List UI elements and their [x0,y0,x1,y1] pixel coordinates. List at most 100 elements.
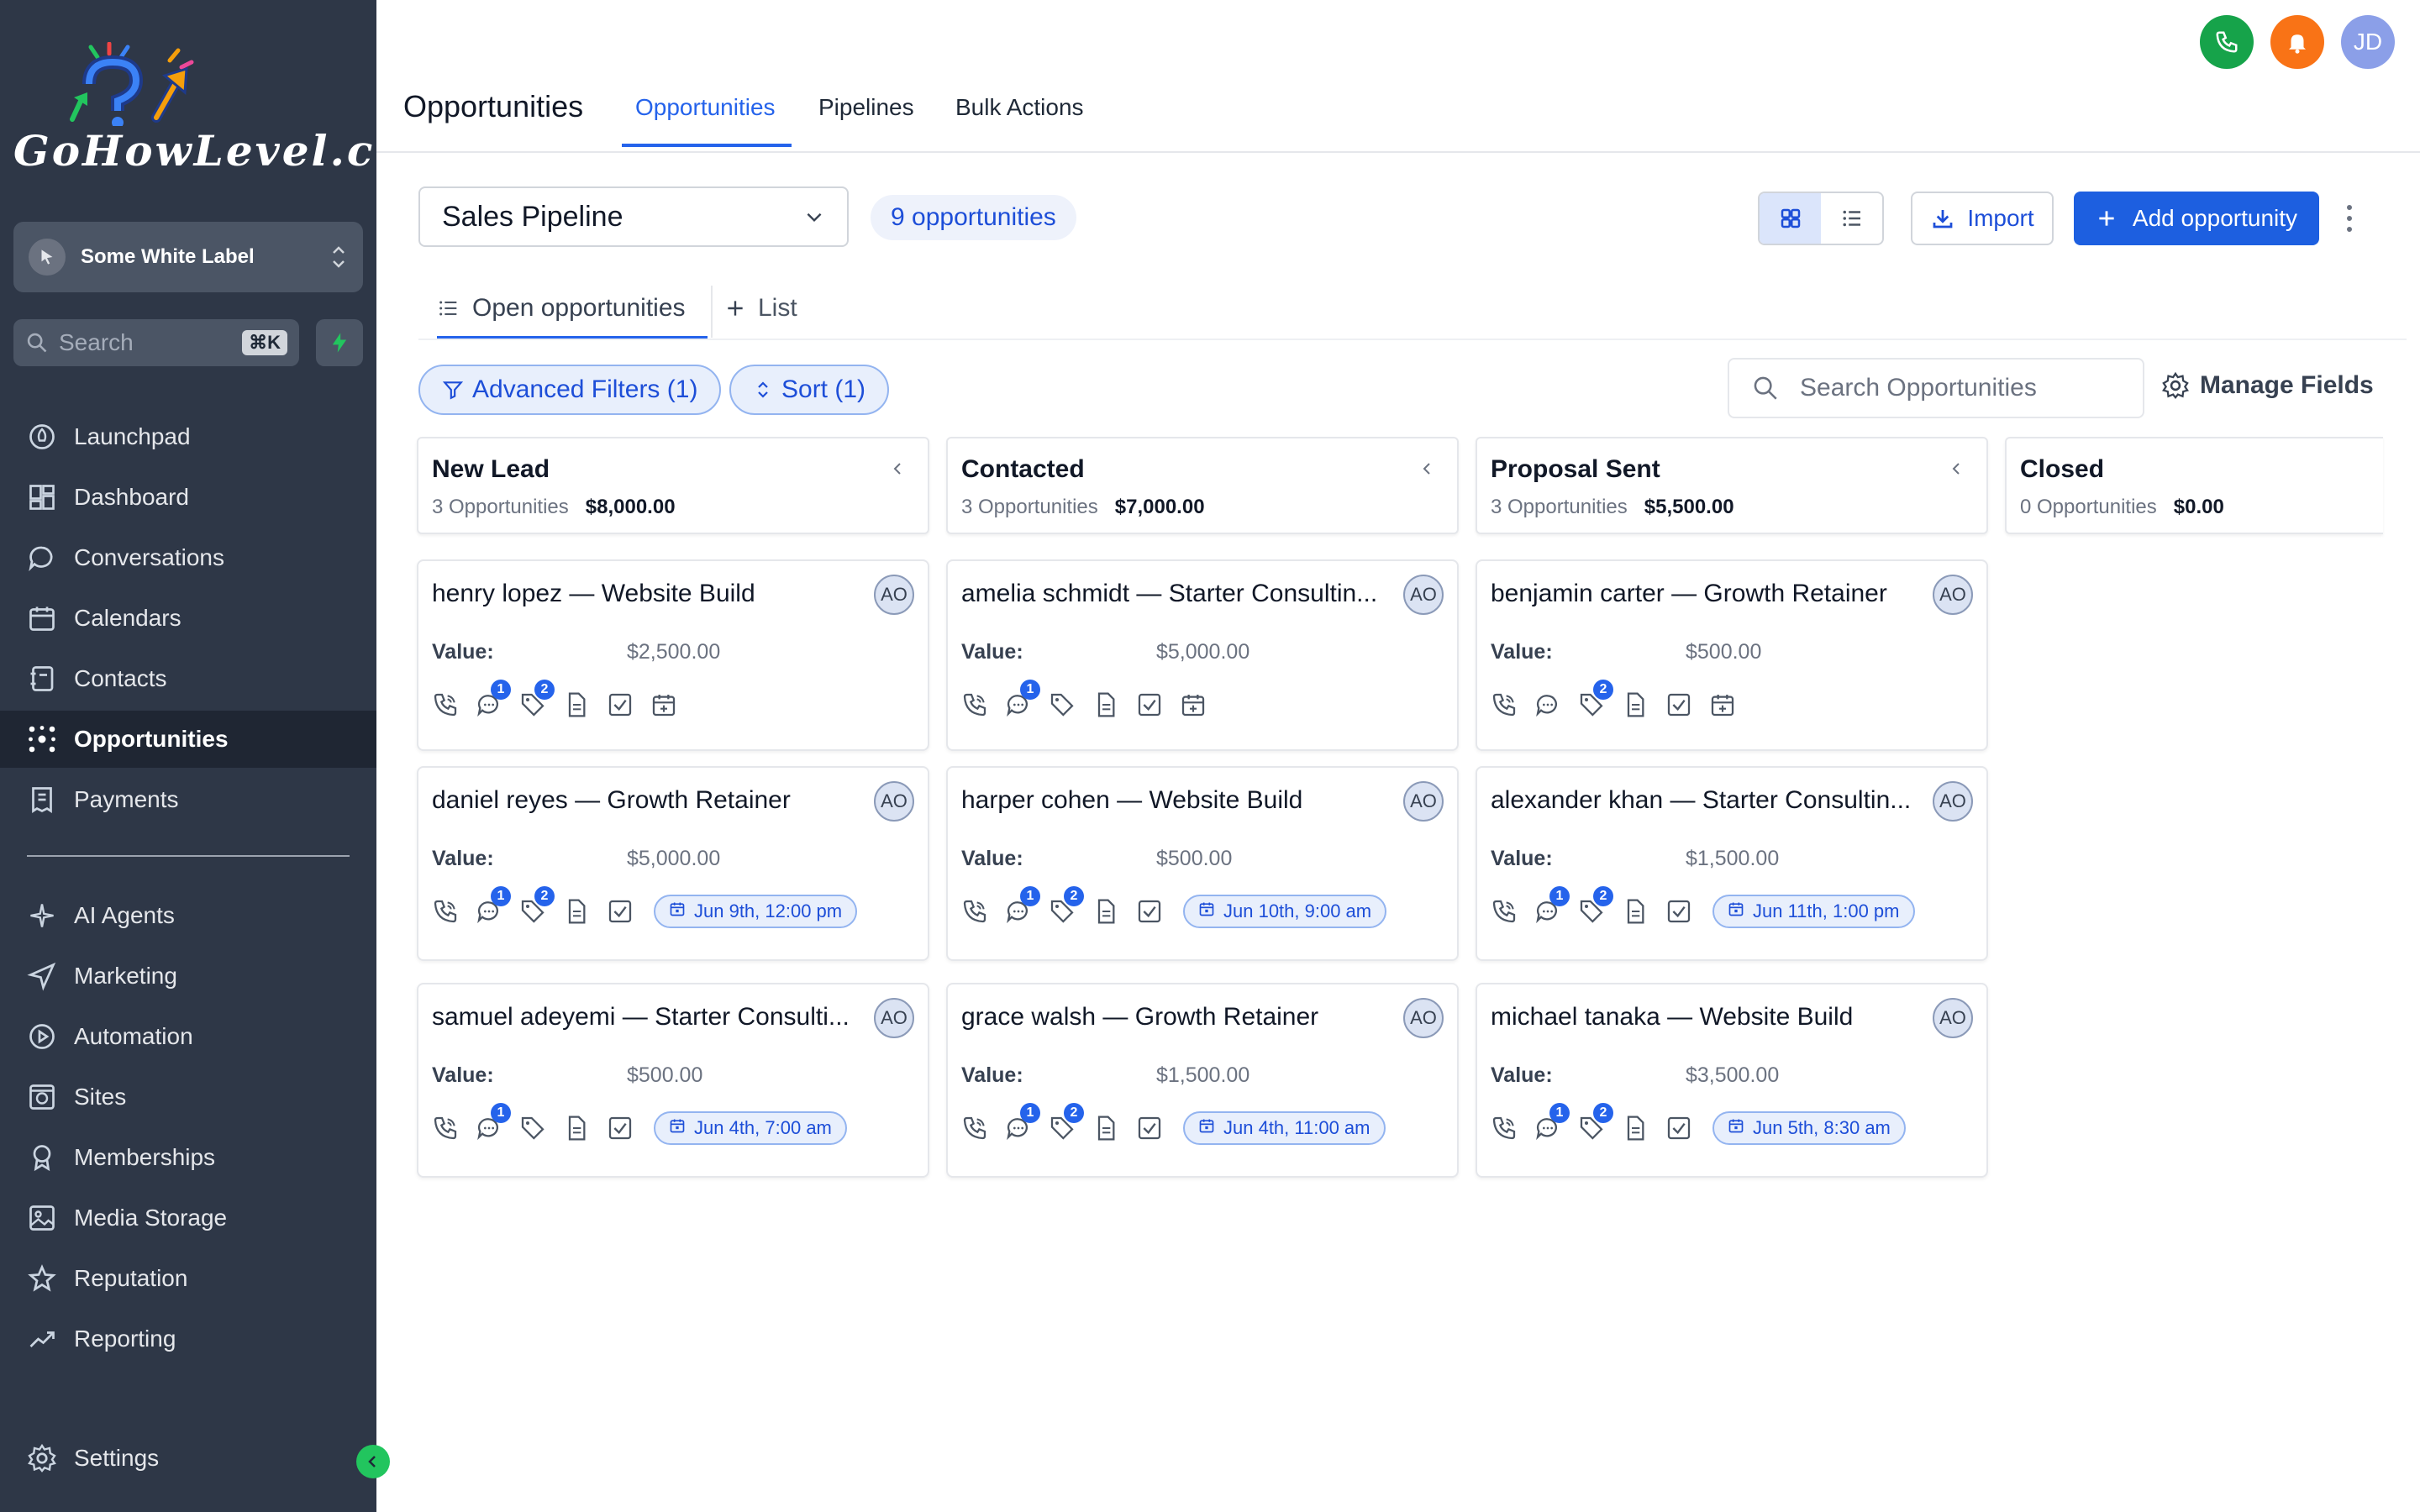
brand-logo[interactable]: GoHowLevel.com [13,41,450,185]
tab-opportunities[interactable]: Opportunities [635,94,776,121]
tag-icon[interactable]: 2 [1049,886,1084,925]
nav-ai-agents[interactable]: AI Agents [0,887,376,944]
account-switcher[interactable]: Some White Label [13,222,363,292]
conversation-icon[interactable]: 1 [1005,680,1040,718]
task-icon[interactable] [1136,1115,1163,1142]
assignee-avatar[interactable]: AO [874,998,914,1038]
nav-conversations[interactable]: Conversations [0,529,376,586]
conversation-icon[interactable]: 1 [1534,1103,1570,1142]
nav-media-storage[interactable]: Media Storage [0,1189,376,1247]
add-appointment-icon[interactable] [1180,691,1207,718]
call-icon[interactable] [432,691,459,718]
nav-automation[interactable]: Automation [0,1008,376,1065]
tab-pipelines[interactable]: Pipelines [818,94,914,121]
subtab-add-list[interactable]: List [724,294,797,323]
appointment-chip[interactable]: Jun 4th, 11:00 am [1183,1111,1386,1145]
nav-reputation[interactable]: Reputation [0,1250,376,1307]
nav-settings[interactable]: Settings [0,1430,376,1487]
add-appointment-icon[interactable] [650,691,677,718]
call-icon[interactable] [432,1115,459,1142]
nav-marketing[interactable]: Marketing [0,948,376,1005]
opportunity-card[interactable]: harper cohen — Website Build AO Value: $500… [946,766,1459,961]
opportunity-card[interactable]: benjamin carter — Growth Retainer AO Value… [1476,559,1988,751]
call-icon[interactable] [961,691,988,718]
assignee-avatar[interactable]: AO [1933,575,1973,615]
tag-icon[interactable]: 2 [1578,1103,1613,1142]
assignee-avatar[interactable]: AO [874,781,914,822]
task-icon[interactable] [607,898,634,925]
call-icon[interactable] [961,1115,988,1142]
conversation-icon[interactable]: 1 [476,886,511,925]
tag-icon[interactable]: 2 [1049,1103,1084,1142]
opportunity-card[interactable]: daniel reyes — Growth Retainer AO Value: $5… [417,766,929,961]
call-icon[interactable] [1491,898,1518,925]
opportunity-card[interactable]: samuel adeyemi — Starter Consulti... AO Va… [417,983,929,1178]
task-icon[interactable] [1136,691,1163,718]
task-icon[interactable] [607,691,634,718]
appointment-chip[interactable]: Jun 9th, 12:00 pm [654,895,858,928]
opportunity-card[interactable]: henry lopez — Website Build AO Value: $2,50… [417,559,929,751]
opportunity-card[interactable]: alexander khan — Starter Consultin... AO V… [1476,766,1988,961]
nav-memberships[interactable]: Memberships [0,1129,376,1186]
conversation-icon[interactable]: 1 [476,680,511,718]
tag-icon[interactable] [1049,691,1076,718]
notes-icon[interactable] [563,1115,590,1142]
user-avatar[interactable]: JD [2341,15,2395,69]
notes-icon[interactable] [1092,691,1119,718]
list-view-button[interactable] [1821,193,1882,244]
notes-icon[interactable] [563,691,590,718]
call-icon[interactable] [961,898,988,925]
notes-icon[interactable] [1622,1115,1649,1142]
notes-icon[interactable] [563,898,590,925]
tag-icon[interactable]: 2 [1578,886,1613,925]
opportunity-card[interactable]: grace walsh — Growth Retainer AO Value: $1,… [946,983,1459,1178]
call-icon[interactable] [1491,1115,1518,1142]
notes-icon[interactable] [1092,1115,1119,1142]
tag-icon[interactable]: 2 [519,680,555,718]
task-icon[interactable] [1665,1115,1692,1142]
nav-dashboard[interactable]: Dashboard [0,469,376,526]
task-icon[interactable] [1665,691,1692,718]
sort-button[interactable]: Sort (1) [729,365,890,415]
appointment-chip[interactable]: Jun 5th, 8:30 am [1712,1111,1906,1145]
nav-payments[interactable]: Payments [0,771,376,828]
assignee-avatar[interactable]: AO [1933,781,1973,822]
task-icon[interactable] [1665,898,1692,925]
call-icon[interactable] [432,898,459,925]
add-appointment-icon[interactable] [1709,691,1736,718]
appointment-chip[interactable]: Jun 4th, 7:00 am [654,1111,847,1145]
manage-fields-button[interactable]: Manage Fields [2161,371,2374,400]
notes-icon[interactable] [1622,691,1649,718]
sidebar-search[interactable]: Search ⌘K [13,319,299,366]
appointment-chip[interactable]: Jun 11th, 1:00 pm [1712,895,1915,928]
task-icon[interactable] [1136,898,1163,925]
conversation-icon[interactable]: 1 [1005,1103,1040,1142]
conversation-icon[interactable]: 1 [1534,886,1570,925]
add-opportunity-button[interactable]: Add opportunity [2074,192,2319,245]
collapse-column-icon[interactable] [1418,459,1435,479]
conversation-icon[interactable]: 1 [476,1103,511,1142]
assignee-avatar[interactable]: AO [874,575,914,615]
tag-icon[interactable]: 2 [519,886,555,925]
pipeline-select[interactable]: Sales Pipeline [418,186,849,247]
search-opportunities-input[interactable]: Search Opportunities [1728,358,2144,418]
collapse-sidebar-button[interactable] [356,1445,390,1478]
task-icon[interactable] [607,1115,634,1142]
assignee-avatar[interactable]: AO [1403,575,1444,615]
appointment-chip[interactable]: Jun 10th, 9:00 am [1183,895,1387,928]
assignee-avatar[interactable]: AO [1403,781,1444,822]
advanced-filters-button[interactable]: Advanced Filters (1) [418,365,722,415]
import-button[interactable]: Import [1911,192,2054,245]
quick-action-button[interactable] [316,319,363,366]
opportunity-card[interactable]: amelia schmidt — Starter Consultin... AO V… [946,559,1459,751]
more-options-button[interactable] [2339,200,2360,237]
notes-icon[interactable] [1622,898,1649,925]
nav-sites[interactable]: Sites [0,1068,376,1126]
conversation-icon[interactable] [1534,691,1561,718]
tab-bulk-actions[interactable]: Bulk Actions [955,94,1084,121]
call-icon[interactable] [1491,691,1518,718]
nav-launchpad[interactable]: Launchpad [0,408,376,465]
assignee-avatar[interactable]: AO [1933,998,1973,1038]
tag-icon[interactable]: 2 [1578,680,1613,718]
subtab-open-opportunities[interactable]: Open opportunities [437,294,686,323]
